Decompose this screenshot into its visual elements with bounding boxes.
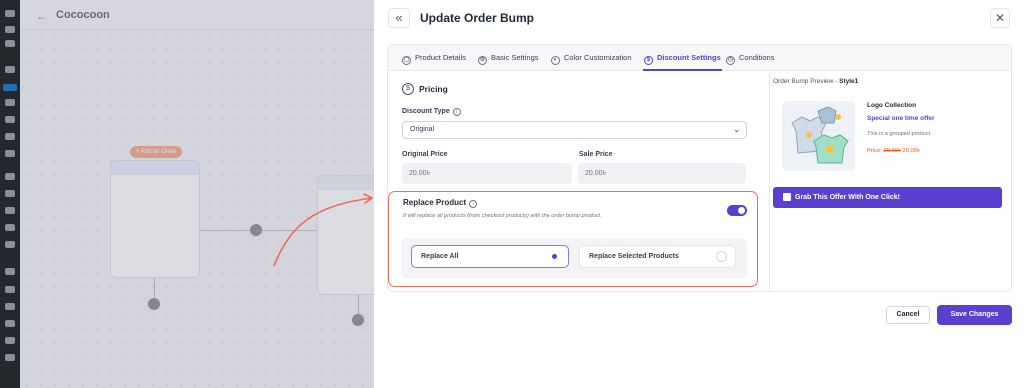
- tab-label: Basic Settings: [491, 53, 539, 62]
- appearance-icon[interactable]: [5, 268, 15, 275]
- replace-all-label: Replace All: [421, 253, 459, 260]
- replace-selected-option[interactable]: Replace Selected Products: [579, 245, 736, 268]
- replace-options: Replace All Replace Selected Products: [401, 238, 747, 278]
- pricing-title: Pricing: [419, 84, 448, 94]
- tab-color-customization[interactable]: ◐ Color Customization: [551, 45, 632, 71]
- modal-backdrop[interactable]: [20, 0, 374, 388]
- gear-icon: ⚙: [478, 56, 487, 65]
- wrench-icon[interactable]: [5, 320, 15, 327]
- cancel-button[interactable]: Cancel: [886, 306, 930, 324]
- dashboard-icon[interactable]: [5, 10, 15, 17]
- grab-offer-label: Grab This Offer With One Click!: [795, 194, 900, 201]
- order-bump-preview: Order Bump Preview - Style1 Logo Collect…: [771, 71, 1011, 291]
- tab-label: Discount Settings: [657, 53, 721, 62]
- sale-price-field[interactable]: 20.00৳: [578, 163, 746, 184]
- dollar-icon: $: [644, 56, 653, 65]
- discount-type-value: Original: [410, 126, 435, 133]
- collapse-menu-icon[interactable]: [5, 354, 15, 361]
- discount-type-select[interactable]: Original ⌄: [402, 121, 747, 139]
- update-order-bump-modal: « Update Order Bump ✕ ▢ Product Details ⚙…: [374, 0, 1024, 388]
- replace-product-section: Replace Product i It will replace all pro…: [388, 191, 758, 287]
- original-price-label: Original Price: [402, 151, 448, 158]
- tools-icon[interactable]: [5, 99, 15, 106]
- chevron-down-icon: ⌄: [733, 125, 740, 134]
- replace-selected-label: Replace Selected Products: [589, 253, 679, 260]
- discount-type-text: Discount Type: [402, 108, 450, 115]
- replace-product-title: Replace Product i: [403, 198, 478, 208]
- pages-icon[interactable]: [5, 133, 15, 140]
- tab-conditions[interactable]: ◷ Conditions: [726, 45, 774, 71]
- modal-title: Update Order Bump: [420, 11, 535, 25]
- clock-icon: ◷: [726, 56, 735, 65]
- tab-basic-settings[interactable]: ⚙ Basic Settings: [478, 45, 539, 71]
- original-price-field[interactable]: 20.00৳: [402, 163, 572, 184]
- save-changes-button[interactable]: Save Changes: [937, 305, 1012, 325]
- wp-logo-icon[interactable]: [5, 40, 15, 47]
- product-name: Logo Collection: [867, 102, 917, 109]
- info-icon[interactable]: i: [452, 108, 461, 116]
- price-sale: 20.00৳: [902, 148, 920, 154]
- radio-empty-icon: [716, 251, 727, 262]
- price-prefix: Price:: [867, 148, 882, 154]
- grab-offer-button[interactable]: Grab This Offer With One Click!: [773, 187, 1002, 208]
- app-root: ← Cococoon + Add an Order Bump « Update …: [0, 0, 1024, 388]
- tab-bar: ▢ Product Details ⚙ Basic Settings ◐ Color …: [388, 45, 1011, 71]
- plugins-icon[interactable]: [5, 286, 15, 293]
- products-icon[interactable]: [5, 190, 15, 197]
- pin-icon[interactable]: [5, 66, 15, 73]
- preview-style: Style1: [839, 78, 859, 85]
- tab-label: Product Details: [415, 53, 466, 62]
- tab-label: Color Customization: [564, 53, 632, 62]
- sale-price-label: Sale Price: [579, 151, 613, 158]
- payments-icon[interactable]: [5, 207, 15, 214]
- checkbox-icon[interactable]: [783, 193, 791, 201]
- hoodie-collection-illustration: [791, 106, 849, 164]
- info-icon[interactable]: i: [469, 200, 478, 208]
- price-original: 20.00৳: [883, 148, 901, 154]
- funnel-menu-icon[interactable]: [3, 84, 17, 91]
- discount-type-label: Discount Type i: [402, 108, 461, 116]
- replace-product-text: Replace Product: [403, 198, 467, 207]
- toggle-knob: [738, 207, 745, 214]
- modal-header: « Update Order Bump ✕: [374, 0, 1024, 36]
- wp-admin-sidebar: [0, 0, 20, 388]
- tab-discount-settings[interactable]: $ Discount Settings: [643, 45, 722, 71]
- media-icon[interactable]: [5, 116, 15, 123]
- dollar-circle-icon: $: [402, 83, 414, 95]
- woo-icon[interactable]: [5, 173, 15, 180]
- collapse-button[interactable]: «: [388, 8, 410, 28]
- close-button[interactable]: ✕: [990, 8, 1010, 28]
- comments-icon[interactable]: [5, 150, 15, 157]
- preview-label: Order Bump Preview - Style1: [773, 78, 858, 85]
- settings-panel: ▢ Product Details ⚙ Basic Settings ◐ Color …: [387, 44, 1012, 292]
- preview-prefix: Order Bump Preview -: [773, 78, 838, 85]
- offer-text: Special one time offer: [867, 115, 935, 122]
- box-icon: ▢: [402, 56, 411, 65]
- replace-all-option[interactable]: Replace All: [411, 245, 569, 268]
- product-image: [782, 101, 855, 171]
- mail-icon[interactable]: [5, 26, 15, 33]
- product-description: This is a grouped product.: [867, 131, 932, 137]
- product-price: Price: 20.00৳ 20.00৳: [867, 146, 920, 156]
- tab-label: Conditions: [739, 53, 775, 62]
- pricing-section: $ Pricing Discount Type i Original ⌄ Orig…: [388, 71, 770, 291]
- analytics-icon[interactable]: [5, 224, 15, 231]
- palette-icon: ◐: [551, 56, 560, 65]
- marketing-icon[interactable]: [5, 241, 15, 248]
- replace-product-toggle[interactable]: [727, 205, 747, 216]
- tab-product-details[interactable]: ▢ Product Details: [402, 45, 466, 71]
- settings-icon[interactable]: [5, 337, 15, 344]
- replace-product-description: It will replace all products (from check…: [403, 213, 602, 219]
- users-icon[interactable]: [5, 303, 15, 310]
- radio-selected-icon: [549, 251, 560, 262]
